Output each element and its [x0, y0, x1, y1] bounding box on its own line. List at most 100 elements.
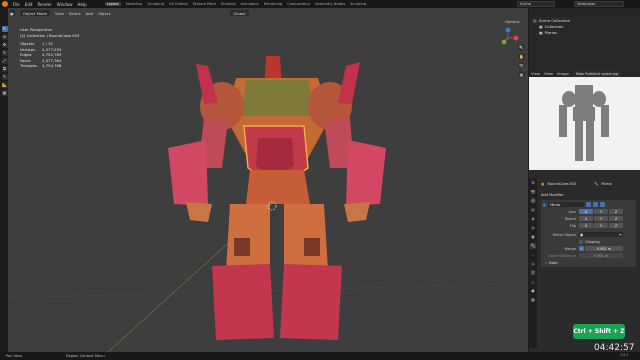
zoom-icon[interactable]: 🔍 — [518, 44, 525, 51]
mode-dropdown[interactable]: Object Mode — [20, 10, 50, 16]
axis-label: Axis — [568, 209, 576, 214]
axis-y-toggle[interactable]: Y — [594, 209, 608, 214]
eyedropper-icon[interactable]: ✒ — [619, 233, 622, 237]
world-tab-icon[interactable]: ◍ — [530, 225, 536, 231]
bisect-label: Bisect — [565, 216, 576, 221]
annotate-tool-icon[interactable]: ✎ — [1, 74, 8, 80]
viewport-menu-add[interactable]: Add — [86, 11, 93, 16]
scale-tool-icon[interactable]: ⤢ — [1, 58, 8, 64]
menu-render[interactable]: Render — [37, 2, 51, 7]
grid-icon[interactable]: ▦ — [518, 71, 525, 78]
data-subpanel-header[interactable]: › Data — [543, 259, 634, 266]
workspace-tab-compositing[interactable]: Compositing — [287, 2, 310, 6]
measure-tool-icon[interactable]: 📐 — [1, 82, 8, 88]
add-cube-tool-icon[interactable]: ▦ — [1, 90, 8, 96]
merge-checkbox[interactable]: ✓ — [579, 246, 584, 251]
recording-clock: 04:42:57 — [594, 343, 635, 353]
flip-y-toggle[interactable]: Y — [594, 223, 608, 228]
transform-tool-icon[interactable]: ⧉ — [1, 66, 8, 72]
flip-row: Flip X Y Z — [543, 222, 634, 229]
constraints-tab-icon[interactable]: ⛓ — [530, 270, 536, 276]
workspace-tab-animation[interactable]: Animation — [241, 2, 259, 6]
select-box-tool-icon[interactable]: ↖ — [1, 26, 8, 32]
axis-row: Axis X Y Z — [543, 208, 634, 215]
image-editor-panel[interactable] — [529, 70, 640, 170]
reference-image — [529, 77, 640, 170]
workspace-tab-geometry-nodes[interactable]: Geometry Nodes — [315, 2, 345, 6]
stat-value: 4,754,768 — [42, 63, 62, 69]
bisect-row: Bisect X Y Z — [543, 215, 634, 222]
blender-logo-icon[interactable] — [2, 1, 8, 7]
object-name[interactable]: RoundCube.003 — [547, 182, 576, 186]
bisect-z-toggle[interactable]: Z — [609, 216, 623, 221]
edit-mode-toggle-icon[interactable] — [586, 202, 592, 207]
menu-window[interactable]: Window — [57, 2, 73, 7]
output-tab-icon[interactable]: 🖨 — [530, 198, 536, 204]
workspace-tab-scripting[interactable]: Scripting — [350, 2, 366, 6]
outliner-item-label: Collection — [544, 23, 564, 29]
modifier-tab-wrench-icon[interactable]: 🔧 — [530, 243, 536, 249]
view-layer-selector[interactable]: ViewLayer — [574, 1, 624, 7]
scene-selector[interactable]: Scene — [517, 1, 555, 7]
mirror-object-field[interactable]: ▣ ✒ — [579, 232, 623, 237]
menu-help[interactable]: Help — [77, 2, 86, 7]
menu-file[interactable]: File — [13, 2, 20, 7]
tool-tab-icon[interactable]: ⚙ — [530, 180, 536, 186]
flip-x-toggle[interactable]: X — [579, 223, 593, 228]
flip-z-toggle[interactable]: Z — [609, 223, 623, 228]
cursor-tool-icon[interactable]: ⊕ — [1, 34, 8, 40]
image-name-field[interactable]: Robo Portfolio4 square.jpg — [572, 70, 621, 77]
image-menu-image[interactable]: Image — [557, 71, 569, 76]
render-tab-icon[interactable]: 📷 — [530, 189, 536, 195]
render-toggle-icon[interactable] — [600, 202, 606, 207]
viewport-menu-select[interactable]: Select — [69, 11, 81, 16]
workspace-tab-texture-paint[interactable]: Texture Paint — [193, 2, 216, 6]
scene-tab-icon[interactable]: ◈ — [530, 216, 536, 222]
add-modifier-button[interactable]: Add Modifier — [529, 191, 640, 198]
axis-x-toggle[interactable]: X — [579, 209, 593, 214]
object-tab-icon[interactable]: ▣ — [530, 234, 536, 240]
axis-z-toggle[interactable]: Z — [609, 209, 623, 214]
workspace-tab-sculpting[interactable]: Sculpting — [147, 2, 164, 6]
outliner-row[interactable]: ▣ Planes — [529, 29, 640, 35]
viewport-menu-object[interactable]: Object — [98, 11, 110, 16]
editor-type-icon[interactable]: ▣ — [10, 10, 15, 16]
transform-orientation-dropdown[interactable]: Global — [230, 10, 249, 16]
move-tool-icon[interactable]: ✥ — [1, 42, 8, 48]
image-menu-view-2[interactable]: View — [544, 71, 553, 76]
workspace-tab-shading[interactable]: Shading — [221, 2, 236, 6]
merge-row: Merge ✓ 0.001 m — [543, 245, 634, 252]
modifier-name-field[interactable]: Mirror — [548, 202, 585, 207]
merge-distance-field[interactable]: 0.001 m — [585, 246, 623, 251]
bisect-x-toggle[interactable]: X — [579, 216, 593, 221]
workspace-tab-layout[interactable]: Layout — [104, 2, 121, 6]
viewport-menu-view[interactable]: View — [55, 11, 64, 16]
mirror-modifier-icon: ◧ — [543, 202, 547, 207]
mirror-object-row: Mirror Object ▣ ✒ — [543, 231, 634, 238]
physics-tab-icon[interactable]: ◎ — [530, 261, 536, 267]
data-tab-icon[interactable]: △ — [530, 279, 536, 285]
workspace-tab-modeling[interactable]: Modeling — [126, 2, 142, 6]
modifier-tab-label[interactable]: Mirror — [602, 182, 613, 186]
image-menu-view[interactable]: View — [531, 71, 540, 76]
stat-row: Triangles 4,754,768 — [20, 63, 100, 69]
clipping-checkbox[interactable] — [579, 239, 583, 244]
options-dropdown[interactable]: Options — [505, 19, 520, 24]
bisect-y-toggle[interactable]: Y — [594, 216, 608, 221]
material-tab-icon[interactable]: ● — [530, 288, 536, 294]
bisect-distance-field[interactable]: 0.001 m — [579, 253, 623, 258]
status-bar: Pan View Region Context Menu — [0, 352, 640, 360]
view-layer-tab-icon[interactable]: ▤ — [530, 207, 536, 213]
modifier-header: ◧ Mirror — [543, 201, 634, 208]
texture-tab-icon[interactable]: ▩ — [530, 297, 536, 303]
rotate-tool-icon[interactable]: ↻ — [1, 50, 8, 56]
particles-tab-icon[interactable]: ∴ — [530, 252, 536, 258]
menu-edit[interactable]: Edit — [25, 2, 33, 7]
pan-hand-icon[interactable]: ✋ — [518, 53, 525, 60]
camera-icon[interactable]: 📷 — [518, 62, 525, 69]
view-layer-name: ViewLayer — [577, 2, 596, 6]
workspace-tab-uv-editing[interactable]: UV Editing — [169, 2, 188, 6]
realtime-toggle-icon[interactable] — [593, 202, 599, 207]
mirror-object-label: Mirror Object — [552, 232, 576, 237]
workspace-tab-rendering[interactable]: Rendering — [264, 2, 282, 6]
